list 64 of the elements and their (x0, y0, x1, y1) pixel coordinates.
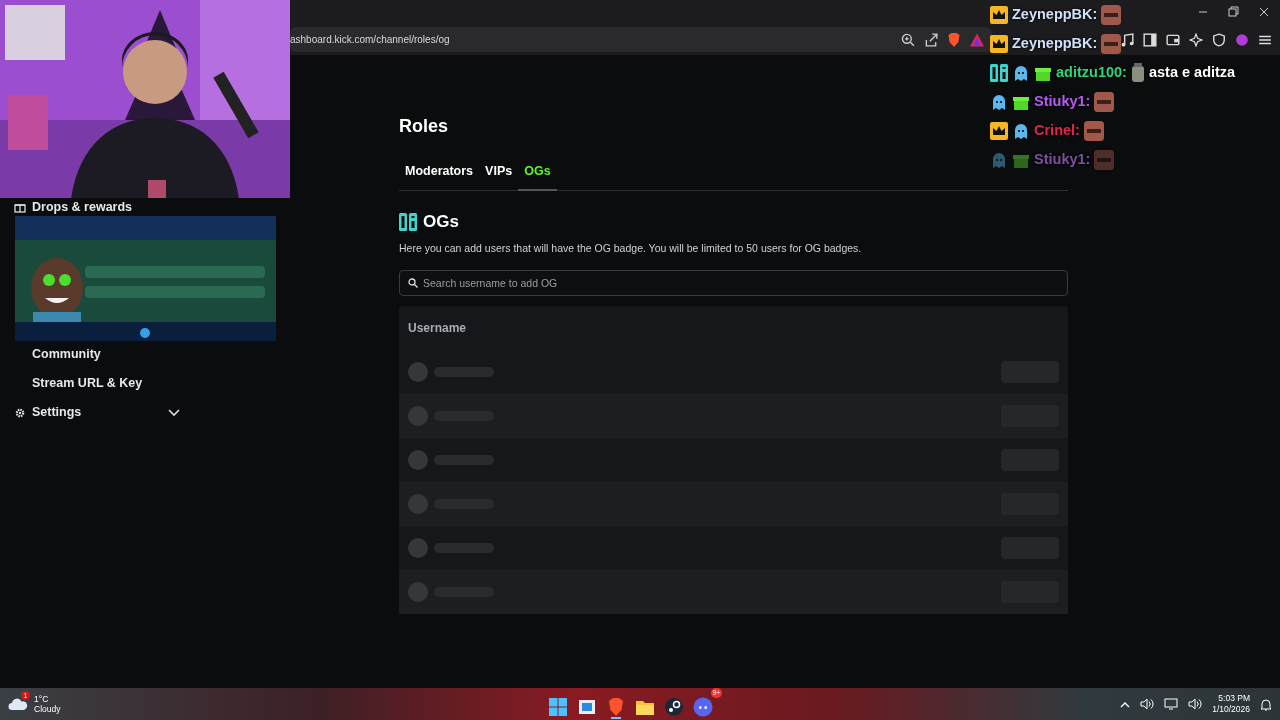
sidebar-icon[interactable] (1143, 32, 1157, 47)
chevron-up-icon[interactable] (1120, 700, 1131, 708)
gift-box-icon (14, 201, 26, 213)
shield-icon[interactable] (1212, 32, 1226, 47)
avatar-placeholder (408, 362, 428, 383)
temperature-text: 1°C (34, 693, 50, 704)
chat-username: aditzu100: (1056, 63, 1127, 82)
column-header: Username (408, 320, 467, 338)
share-icon[interactable] (924, 32, 938, 47)
weather-text: Cloudy (34, 704, 61, 715)
ghost-badge-icon (1012, 63, 1030, 82)
profile-icon[interactable] (1235, 32, 1249, 47)
avatar-placeholder (408, 406, 428, 427)
lion-shield-icon[interactable] (947, 32, 961, 47)
address-bar[interactable]: ashboard.kick.com/channel/roles/og (290, 27, 992, 52)
settings-icon (14, 406, 26, 419)
search-field[interactable]: Search username to add OG (399, 270, 1068, 297)
sidebar-item[interactable]: Stream URL & Key (0, 369, 180, 398)
search-icon (408, 278, 418, 289)
sidebar-item[interactable]: Settings (0, 398, 180, 427)
triangle-icon[interactable] (970, 32, 984, 47)
lion-shield-icon (606, 696, 626, 717)
section-title: OGs (423, 211, 459, 233)
tab[interactable]: Moderators (399, 162, 480, 191)
chevron-down-icon[interactable] (168, 408, 180, 417)
chat-username: ZeyneppBK: (1012, 34, 1098, 53)
avatar-placeholder (408, 582, 428, 603)
chat-message: asta e aditza (1148, 63, 1236, 82)
crown-badge-icon (990, 121, 1008, 140)
description-text: Here you can add users that will have the OG badge. You will be limited to 50 users for OG badges. (399, 240, 863, 256)
ghost-badge-icon (1012, 121, 1030, 140)
chat-username: Crinel: (1034, 121, 1080, 140)
avatar-placeholder (408, 450, 428, 471)
steam-icon (664, 696, 684, 717)
network-icon[interactable] (1164, 698, 1179, 710)
chat-username: Stiuky1: (1034, 92, 1091, 111)
page-title: Roles (399, 115, 449, 138)
chat-username: Stiuky1: (1034, 150, 1091, 169)
ghost-badge-icon (990, 92, 1008, 111)
windows-logo-icon (548, 696, 568, 717)
cloud-icon (8, 697, 28, 711)
tab[interactable]: OGs (518, 162, 557, 191)
og-badge-icon (399, 212, 417, 231)
chat-username: ZeyneppBK: (1012, 5, 1098, 24)
avatar-placeholder (408, 494, 428, 515)
wallet-icon[interactable] (1166, 32, 1180, 47)
zoom-icon[interactable] (901, 32, 915, 47)
url-text: ashboard.kick.com/channel/roles/og (290, 33, 450, 47)
sparkle-icon[interactable] (1189, 32, 1203, 47)
music-note-icon[interactable] (1120, 32, 1134, 47)
sidebar-item[interactable]: Community (0, 340, 180, 369)
avatar-placeholder (408, 538, 428, 559)
ghost-badge-icon (990, 150, 1008, 169)
og-badge-icon (990, 63, 1008, 82)
tab[interactable]: VIPs (479, 162, 519, 191)
speaker-icon[interactable] (1188, 698, 1203, 710)
bell-icon[interactable] (1260, 697, 1272, 711)
sidebar-item[interactable]: Drops & rewards (0, 199, 180, 215)
close-icon[interactable] (1258, 6, 1270, 18)
restore-icon[interactable] (1227, 6, 1239, 18)
date-text: 1/10/2026 (1212, 704, 1250, 716)
discord-icon (693, 696, 713, 717)
speaker-icon[interactable] (1140, 698, 1155, 710)
time-text: 5:03 PM (1217, 692, 1250, 704)
